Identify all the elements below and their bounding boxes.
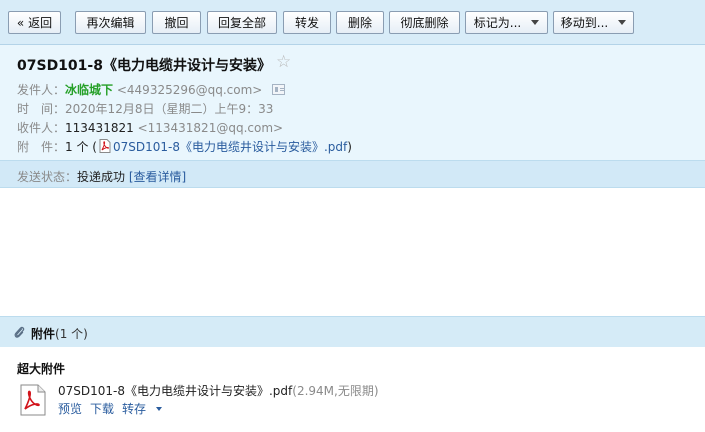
preview-link[interactable]: 预览 bbox=[58, 402, 82, 416]
status-label: 发送状态： bbox=[17, 170, 78, 184]
save-to-label: 转存 bbox=[122, 402, 147, 416]
move-to-label: 移动到... bbox=[560, 16, 609, 30]
toolbar: « 返回 再次编辑 撤回 回复全部 转发 删除 彻底删除 标记为... 移动到.… bbox=[0, 0, 705, 45]
pdf-icon[interactable] bbox=[18, 384, 48, 416]
attachment-row: 附 件：1 个 ( 07SD101-8《电力电缆井设计与安装》.pdf) bbox=[17, 138, 352, 155]
pdf-icon bbox=[99, 139, 111, 153]
recipient-row: 收件人：113431821 <113431821@qq.com> bbox=[17, 119, 283, 136]
mark-as-dropdown[interactable]: 标记为... bbox=[465, 11, 548, 34]
contact-card-icon[interactable] bbox=[272, 84, 286, 95]
attachments-title-text: 附件 bbox=[31, 327, 56, 341]
recipient-label: 收件人： bbox=[17, 121, 66, 135]
time-row: 时 间：2020年12月8日（星期二）上午9：33 bbox=[17, 100, 273, 117]
view-details-link[interactable]: [查看详情] bbox=[129, 170, 186, 184]
move-to-dropdown[interactable]: 移动到... bbox=[553, 11, 634, 34]
sender-name[interactable]: 冰临城下 bbox=[65, 83, 113, 97]
attachment-label: 附 件： bbox=[17, 140, 66, 154]
reply-all-button[interactable]: 回复全部 bbox=[207, 11, 277, 34]
chevron-down-icon bbox=[156, 407, 163, 411]
sender-row: 发件人：冰临城下 <449325296@qq.com> bbox=[17, 81, 286, 98]
attachments-header: 附件(1 个) bbox=[0, 316, 705, 347]
time-value: 2020年12月8日（星期二）上午9：33 bbox=[65, 102, 274, 116]
forward-button[interactable]: 转发 bbox=[283, 11, 331, 34]
email-header: 07SD101-8《电力电缆井设计与安装》 ☆ 发件人：冰临城下 <449325… bbox=[0, 45, 705, 160]
attachment-file-meta: (2.94M,无限期) bbox=[292, 384, 379, 398]
download-link[interactable]: 下载 bbox=[90, 402, 114, 416]
recall-button[interactable]: 撤回 bbox=[152, 11, 201, 34]
attachment-close: ) bbox=[347, 140, 352, 154]
delete-permanently-button[interactable]: 彻底删除 bbox=[389, 11, 460, 34]
status-value: 投递成功 bbox=[77, 170, 126, 184]
delivery-status: 发送状态：投递成功 [查看详情] bbox=[17, 168, 186, 185]
time-label: 时 间： bbox=[17, 102, 66, 116]
big-attachment-label: 超大附件 bbox=[17, 362, 66, 376]
delivery-status-bar: 发送状态：投递成功 [查看详情] bbox=[0, 160, 705, 188]
star-icon[interactable]: ☆ bbox=[276, 52, 291, 72]
attachment-count: 1 个 ( bbox=[65, 140, 97, 154]
chevron-down-icon bbox=[531, 20, 540, 25]
mark-as-label: 标记为... bbox=[473, 16, 522, 30]
edit-again-button[interactable]: 再次编辑 bbox=[75, 11, 146, 34]
email-subject: 07SD101-8《电力电缆井设计与安装》 bbox=[17, 58, 271, 74]
attachments-count: (1 个) bbox=[55, 327, 88, 341]
recipient-name[interactable]: 113431821 bbox=[65, 121, 134, 135]
sender-label: 发件人： bbox=[17, 83, 66, 97]
sender-email: <449325296@qq.com> bbox=[116, 83, 263, 97]
back-button[interactable]: « 返回 bbox=[8, 11, 61, 34]
attachment-link[interactable]: 07SD101-8《电力电缆井设计与安装》.pdf bbox=[113, 140, 347, 154]
attachment-file: 07SD101-8《电力电缆井设计与安装》.pdf(2.94M,无限期) bbox=[58, 382, 379, 399]
attachments-title: 附件(1 个) bbox=[31, 325, 88, 342]
delete-button[interactable]: 删除 bbox=[336, 11, 384, 34]
chevron-down-icon bbox=[618, 20, 627, 25]
recipient-email: <113431821@qq.com> bbox=[137, 121, 284, 135]
paperclip-icon bbox=[14, 326, 25, 338]
attachment-actions: 预览 下载 转存 bbox=[58, 400, 178, 417]
attachment-file-name[interactable]: 07SD101-8《电力电缆井设计与安装》.pdf bbox=[58, 384, 292, 398]
save-to-dropdown[interactable]: 转存 bbox=[122, 402, 170, 416]
